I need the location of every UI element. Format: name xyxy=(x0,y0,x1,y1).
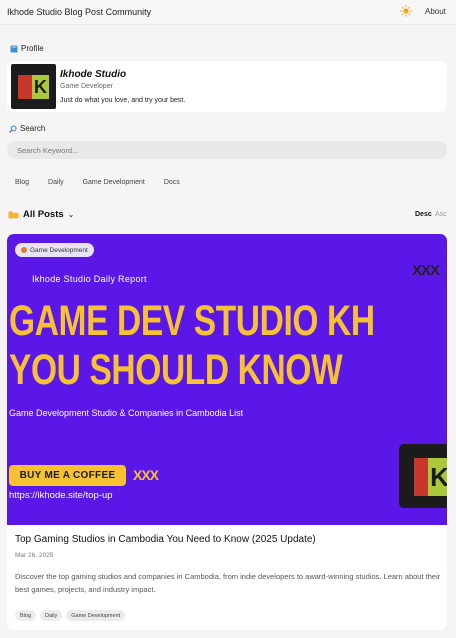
banner-subtitle: Ikhode Studio Daily Report xyxy=(32,274,147,284)
site-title[interactable]: Ikhode Studio Blog Post Community xyxy=(7,7,151,17)
search-input[interactable] xyxy=(7,141,447,159)
search-section-label: Search xyxy=(9,124,45,133)
sort-desc-button[interactable]: Desc xyxy=(415,211,432,218)
chevron-down-icon: ⌄ xyxy=(67,210,75,219)
buy-coffee-graphic: BUY ME A COFFEE xyxy=(9,465,126,486)
post-tag-daily[interactable]: Daily xyxy=(40,610,63,621)
profile-role: Game Developer xyxy=(60,83,113,90)
banner-headline-2: YOU SHOULD KNOW xyxy=(9,346,343,394)
profile-section-label: Profile xyxy=(10,44,44,53)
post-title[interactable]: Top Gaming Studios in Cambodia You Need … xyxy=(15,534,316,545)
post-tag-game-development[interactable]: Game Development xyxy=(66,610,126,621)
post-card[interactable]: Game Development Ikhode Studio Daily Rep… xyxy=(7,234,447,630)
post-tags: Blog Daily Game Development xyxy=(15,610,126,621)
profile-bio: Just do what you love, and try your best… xyxy=(60,97,186,104)
profile-name: Ikhode Studio xyxy=(60,69,127,80)
fire-icon xyxy=(21,247,27,253)
book-icon xyxy=(10,45,18,52)
sort-asc-button[interactable]: Asc xyxy=(435,211,447,218)
category-badge[interactable]: Game Development xyxy=(15,243,94,257)
logo-red-block xyxy=(18,75,32,99)
banner-logo-letter: K xyxy=(428,458,447,496)
category-blog[interactable]: Blog xyxy=(15,179,29,186)
category-badge-label: Game Development xyxy=(30,246,88,254)
button-mark: XXX xyxy=(133,467,159,483)
category-docs[interactable]: Docs xyxy=(164,179,180,186)
banner-url: https://ikhode.site/top-up xyxy=(9,490,113,501)
all-posts-dropdown[interactable]: All Posts ⌄ xyxy=(8,209,74,220)
post-tag-blog[interactable]: Blog xyxy=(15,610,37,621)
all-posts-label: All Posts xyxy=(23,209,64,220)
banner-headline-1: GAME DEV STUDIO KH xyxy=(9,297,375,345)
about-link[interactable]: About xyxy=(425,7,446,16)
profile-card: K Ikhode Studio Game Developer Just do w… xyxy=(7,61,447,112)
folder-icon xyxy=(8,211,19,219)
post-date: Mar 26, 2025 xyxy=(15,552,54,559)
avatar: K xyxy=(11,64,56,109)
magnifier-icon xyxy=(9,124,17,133)
banner-description: Game Development Studio & Companies in C… xyxy=(9,408,244,418)
banner-mark: XXX xyxy=(412,262,440,279)
post-excerpt: Discover the top gaming studios and comp… xyxy=(15,572,441,594)
category-game-development[interactable]: Game Development xyxy=(83,179,145,186)
category-nav: Blog Daily Game Development Docs xyxy=(15,179,199,186)
profile-label: Profile xyxy=(21,44,44,53)
banner-logo: K xyxy=(399,444,447,508)
post-banner-image[interactable]: Game Development Ikhode Studio Daily Rep… xyxy=(7,234,447,525)
banner-logo-red-block xyxy=(414,458,428,496)
logo-letter: K xyxy=(32,75,49,99)
top-nav-bar: Ikhode Studio Blog Post Community About xyxy=(0,0,456,25)
search-label: Search xyxy=(20,124,46,133)
sun-icon[interactable] xyxy=(400,5,412,17)
category-daily[interactable]: Daily xyxy=(48,179,64,186)
